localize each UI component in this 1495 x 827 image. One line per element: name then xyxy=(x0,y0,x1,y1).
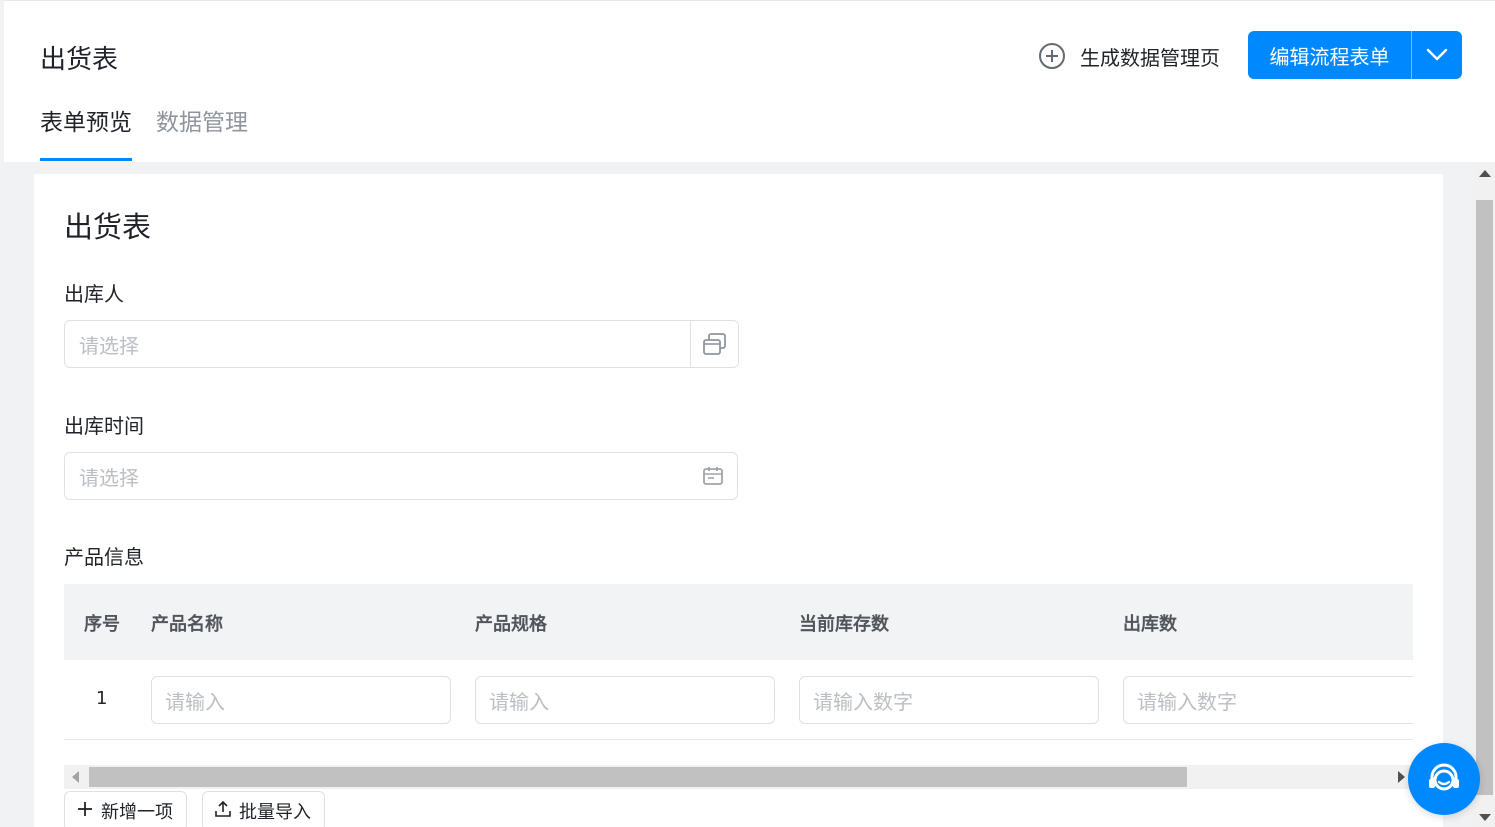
edit-flow-form-button-group: 编辑流程表单 xyxy=(1248,31,1462,79)
add-item-button[interactable]: 新增一项 xyxy=(64,791,187,827)
table-row: 1 请输入 请输入 请输入数字 请输入数字 xyxy=(64,660,1413,740)
scroll-left-arrow-icon[interactable] xyxy=(72,771,79,783)
generate-data-page-label: 生成数据管理页 xyxy=(1080,45,1220,70)
outbound-person-placeholder: 请选择 xyxy=(79,333,139,358)
member-select-icon[interactable] xyxy=(690,321,738,367)
scroll-right-arrow-icon[interactable] xyxy=(1398,771,1405,783)
table-header: 序号 产品名称 产品规格 当前库存数 出库数 xyxy=(64,584,1413,660)
outbound-time-placeholder: 请选择 xyxy=(79,465,139,490)
batch-import-label: 批量导入 xyxy=(239,802,311,823)
plus-circle-icon xyxy=(1038,42,1066,70)
horizontal-scroll-thumb[interactable] xyxy=(89,767,1187,787)
form-title: 出货表 xyxy=(64,210,152,244)
add-item-label: 新增一项 xyxy=(101,802,173,823)
field-label-product-info: 产品信息 xyxy=(64,545,144,569)
column-header-product-spec: 产品规格 xyxy=(475,614,547,635)
upload-icon xyxy=(215,800,231,822)
product-info-table: 序号 产品名称 产品规格 当前库存数 出库数 1 请输入 请输入 请输入数字 请… xyxy=(64,584,1413,740)
column-header-product-name: 产品名称 xyxy=(151,614,223,635)
vertical-scroll-thumb[interactable] xyxy=(1476,200,1493,795)
outbound-time-picker[interactable]: 请选择 xyxy=(64,452,738,500)
product-name-input[interactable]: 请输入 xyxy=(151,676,451,724)
page-title: 出货表 xyxy=(40,45,119,75)
scroll-up-arrow-icon[interactable] xyxy=(1479,170,1491,177)
generate-data-page-button[interactable]: 生成数据管理页 xyxy=(1038,39,1220,73)
field-label-outbound-person: 出库人 xyxy=(64,282,124,306)
customer-service-icon[interactable] xyxy=(1408,743,1480,815)
scroll-down-arrow-icon[interactable] xyxy=(1479,814,1491,821)
chevron-down-icon[interactable] xyxy=(1412,31,1462,79)
tab-data-management[interactable]: 数据管理 xyxy=(156,103,248,161)
page-header: 出货表 生成数据管理页 编辑流程表单 表单预览 数据管理 xyxy=(4,0,1495,162)
product-spec-input[interactable]: 请输入 xyxy=(475,676,775,724)
plus-icon xyxy=(77,801,93,822)
column-header-index: 序号 xyxy=(84,614,120,635)
current-stock-input[interactable]: 请输入数字 xyxy=(799,676,1099,724)
tab-bar: 表单预览 数据管理 xyxy=(40,103,248,161)
outbound-qty-input[interactable]: 请输入数字 xyxy=(1123,676,1413,724)
outbound-person-select[interactable]: 请选择 xyxy=(64,320,739,368)
horizontal-scrollbar[interactable] xyxy=(64,765,1413,789)
edit-flow-form-button[interactable]: 编辑流程表单 xyxy=(1248,31,1411,79)
batch-import-button[interactable]: 批量导入 xyxy=(202,791,325,827)
column-header-outbound-qty: 出库数 xyxy=(1123,614,1177,635)
calendar-icon xyxy=(689,465,737,487)
form-card: 出货表 出库人 请选择 出库时间 请选择 产品信息 序号 产品名称 产品规格 当… xyxy=(34,174,1443,827)
column-header-current-stock: 当前库存数 xyxy=(799,614,889,635)
row-index: 1 xyxy=(96,688,108,709)
tab-form-preview[interactable]: 表单预览 xyxy=(40,103,132,161)
vertical-scrollbar[interactable] xyxy=(1474,162,1495,827)
field-label-outbound-time: 出库时间 xyxy=(64,414,144,438)
